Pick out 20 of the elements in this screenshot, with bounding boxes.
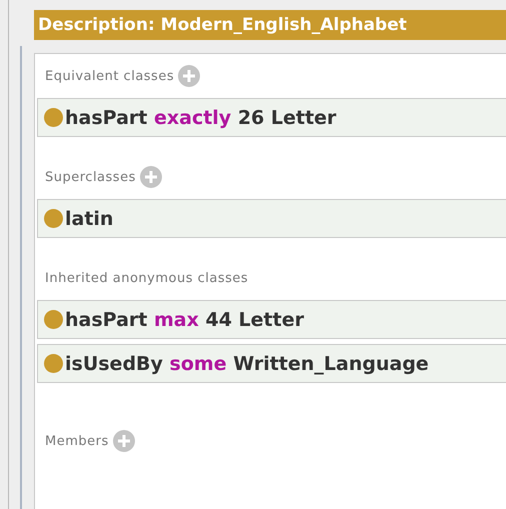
add-icon[interactable] [140,166,162,188]
class-expression: hasPart exactly 26 Letter [65,106,336,128]
add-icon[interactable] [112,430,135,452]
section-label: Equivalent classes [45,68,174,84]
class-expression: isUsedBy some Written_Language [65,352,429,374]
section-label: Inherited anonymous classes [45,270,248,286]
class-expression-row[interactable]: latin [37,199,506,238]
class-expression-row[interactable]: isUsedBy some Written_Language [37,344,506,383]
class-expression-row[interactable]: hasPart max 44 Letter [37,300,506,339]
class-bullet-icon [44,354,63,373]
add-icon[interactable] [178,65,200,87]
class-bullet-icon [44,209,63,228]
panel-header: Description: Modern_English_Alphabet [34,10,506,40]
class-bullet-icon [44,108,63,127]
class-expression: hasPart max 44 Letter [65,308,304,330]
class-expression-row[interactable]: hasPart exactly 26 Letter [37,98,506,137]
class-bullet-icon [44,310,63,329]
section-label: Superclasses [45,170,136,184]
class-expression: latin [65,208,114,230]
section-label: Members [45,434,109,448]
